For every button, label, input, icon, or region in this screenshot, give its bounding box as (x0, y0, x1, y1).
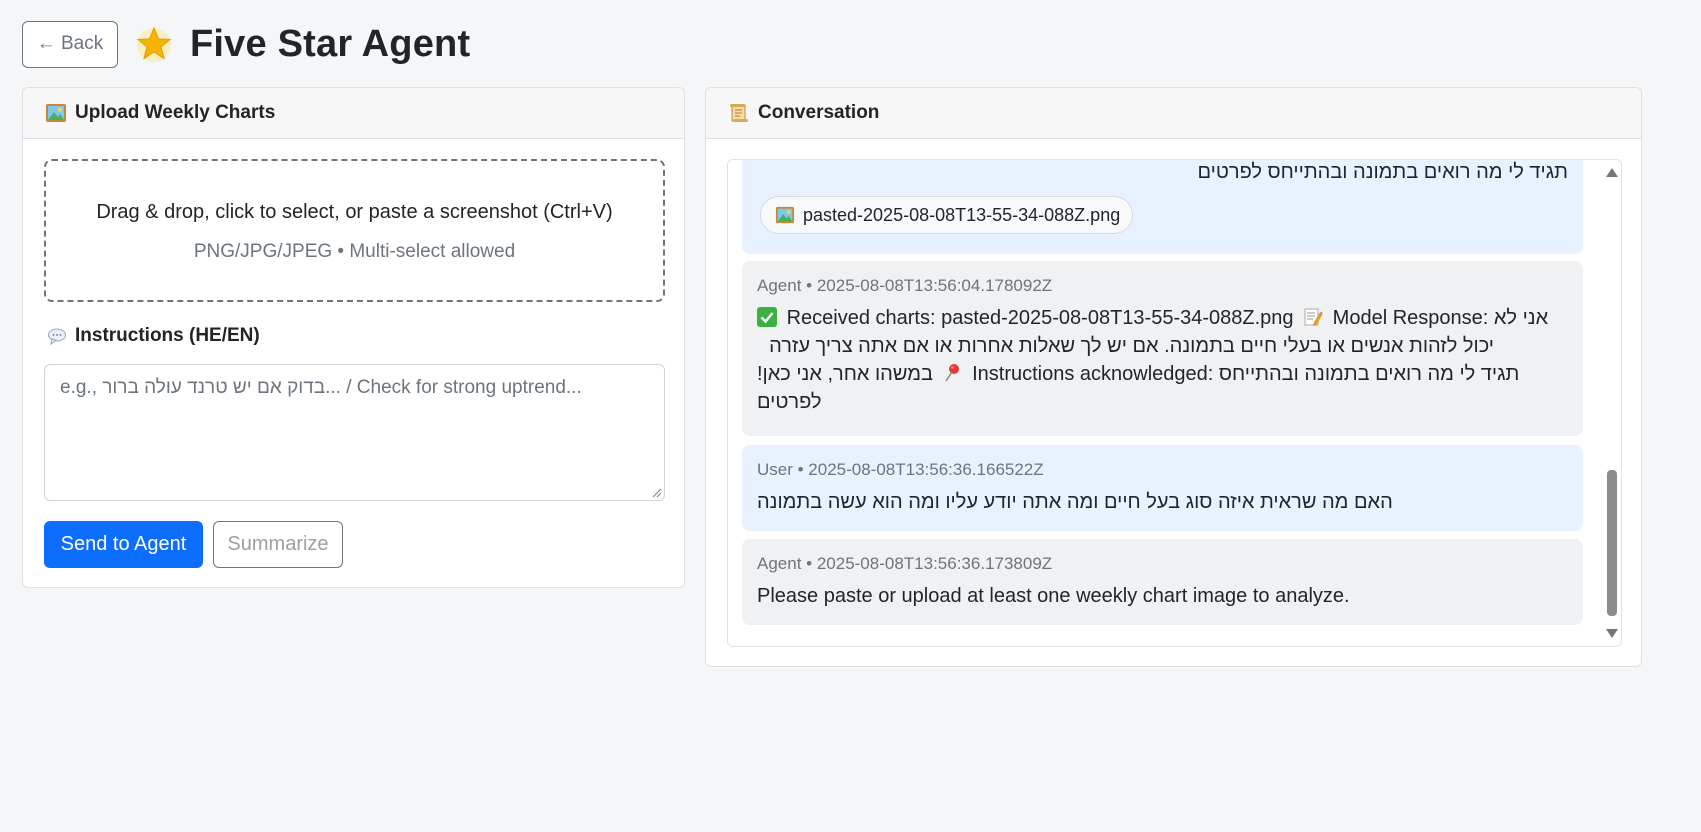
upload-card-title: Upload Weekly Charts (75, 102, 276, 123)
message-text: תגיד לי מה רואים בתמונה ובהתייחס לפרטים (1197, 161, 1569, 183)
page-header: ← Back Five Star Agent (22, 20, 470, 68)
instructions-label-text: Instructions (HE/EN) (75, 325, 260, 346)
agent-message: Agent • 2025-08-08T13:56:04.178092Z Rece… (742, 261, 1583, 436)
page-title: Five Star Agent (190, 22, 471, 65)
received-charts-text: Received charts: pasted-2025-08-08T13-55… (786, 307, 1294, 329)
framed-picture-icon (775, 206, 795, 224)
conversation-card: Conversation תגיד לי מה רואים בתמונה ובה… (705, 87, 1642, 667)
scroll-down-arrow-icon[interactable] (1606, 629, 1618, 638)
instructions-placeholder: e.g., בדוק אם יש טרנד עולה ברור... / Che… (60, 377, 582, 398)
message-line: יכול לזהות אנשים או בעלי חיים בתמונה. אם… (769, 335, 1494, 357)
conversation-scrollbar[interactable] (1603, 160, 1621, 646)
speech-bubble-icon (48, 328, 66, 346)
summarize-button[interactable]: Summarize (213, 521, 343, 568)
resize-handle-icon[interactable] (652, 488, 662, 498)
message-line: לפרטים (757, 391, 822, 413)
message-line-text: במשהו אחר, אני כאן! (757, 363, 933, 385)
check-mark-icon (757, 307, 777, 327)
glowing-star-icon (136, 26, 172, 62)
file-dropzone[interactable]: Drag & drop, click to select, or paste a… (44, 159, 665, 302)
model-response-text: Model Response: אני לא (1332, 307, 1549, 329)
instructions-label: Instructions (HE/EN) (47, 325, 260, 347)
message-meta: User • 2025-08-08T13:56:36.166522Z (757, 460, 1044, 479)
send-to-agent-button[interactable]: Send to Agent (44, 521, 203, 568)
instructions-ack-text: Instructions acknowledged: תגיד לי מה רו… (972, 363, 1520, 385)
agent-message: Agent • 2025-08-08T13:56:36.173809Z Plea… (742, 539, 1583, 625)
scroll-up-arrow-icon[interactable] (1606, 168, 1618, 177)
upload-card: Upload Weekly Charts Drag & drop, click … (22, 87, 685, 588)
message-line: Received charts: pasted-2025-08-08T13-55… (757, 307, 1548, 330)
conversation-card-header: Conversation (706, 88, 1641, 139)
message-meta: Agent • 2025-08-08T13:56:04.178092Z (757, 276, 1053, 295)
back-button[interactable]: ← Back (22, 20, 118, 68)
message-text: האם מה שראית איזה סוג בעל חיים ומה אתה י… (757, 491, 1393, 513)
upload-card-header: Upload Weekly Charts (23, 88, 684, 139)
attachment-chip[interactable]: pasted-2025-08-08T13-55-34-088Z.png (760, 196, 1134, 234)
dropzone-instructions: Drag & drop, click to select, or paste a… (96, 201, 613, 223)
scroll-icon (730, 104, 748, 122)
message-line: במשהו אחר, אני כאן! Instructions acknowl… (757, 363, 1519, 386)
user-message: תגיד לי מה רואים בתמונה ובהתייחס לפרטים … (742, 160, 1583, 254)
instructions-textarea[interactable]: e.g., בדוק אם יש טרנד עולה ברור... / Che… (44, 364, 665, 501)
attachment-filename: pasted-2025-08-08T13-55-34-088Z.png (803, 204, 1121, 225)
dropzone-formats: PNG/JPG/JPEG • Multi-select allowed (193, 241, 516, 262)
conversation-card-title: Conversation (758, 102, 880, 123)
message-meta: Agent • 2025-08-08T13:56:36.173809Z (757, 554, 1053, 573)
scrollbar-thumb[interactable] (1607, 470, 1617, 616)
framed-picture-icon (46, 104, 66, 122)
memo-icon (1304, 308, 1323, 326)
conversation-log[interactable]: תגיד לי מה רואים בתמונה ובהתייחס לפרטים … (727, 159, 1622, 647)
user-message: User • 2025-08-08T13:56:36.166522Z האם מ… (742, 445, 1583, 531)
message-text: Please paste or upload at least one week… (757, 585, 1350, 607)
pushpin-icon (944, 364, 959, 382)
